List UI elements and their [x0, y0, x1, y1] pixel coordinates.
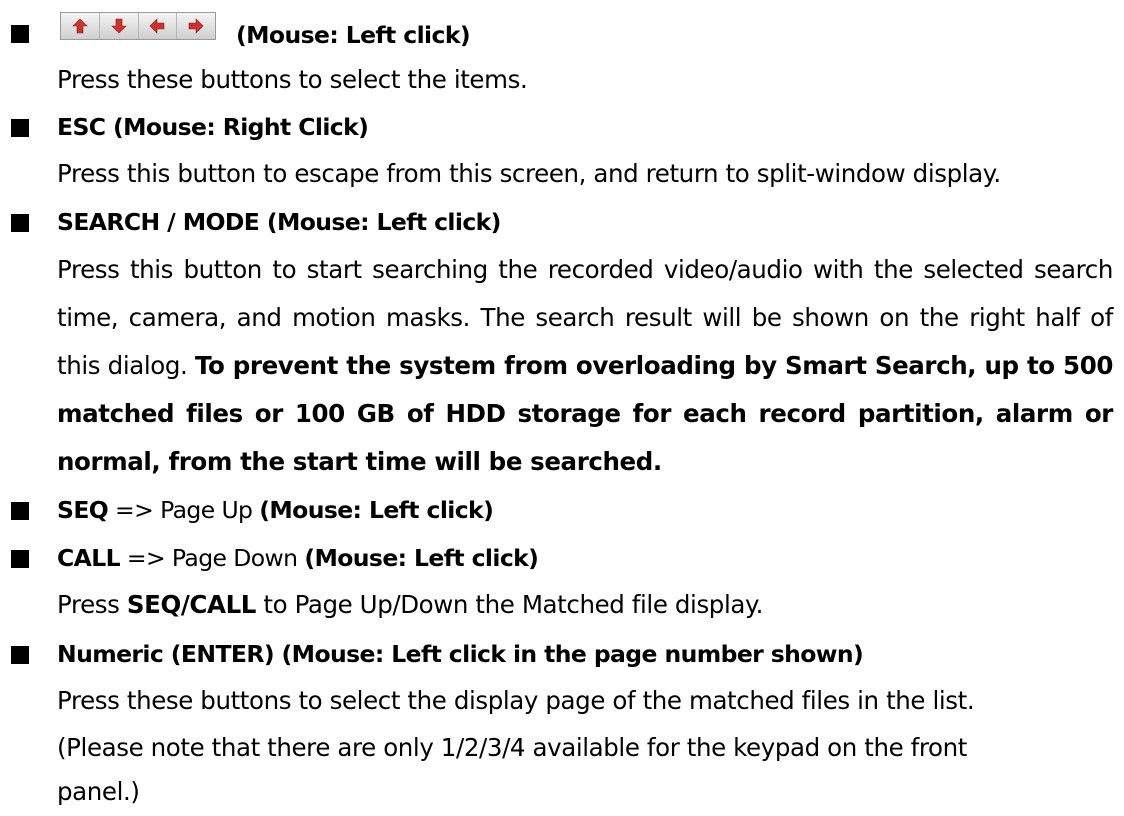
seq-key: SEQ: [57, 496, 109, 524]
bullet-search: [11, 214, 29, 232]
numeric-description-line1: Press these buttons to select the displa…: [57, 686, 975, 715]
esc-description: Press this button to escape from this sc…: [57, 159, 1001, 188]
bullet-arrows: [11, 25, 29, 43]
call-action: => Page Down: [119, 544, 305, 572]
arrows-description: Press these buttons to select the items.: [57, 65, 528, 94]
numeric-description-line3: panel.): [57, 777, 140, 806]
seq-line: SEQ => Page Up (Mouse: Left click): [57, 495, 494, 525]
bullet-call: [11, 550, 29, 568]
bullet-seq: [11, 502, 29, 520]
seq-action: => Page Up: [108, 496, 260, 524]
left-arrow-button: [139, 13, 178, 39]
numeric-description-line2: (Please note that there are only 1/2/3/4…: [57, 733, 967, 762]
numeric-heading: Numeric (ENTER) (Mouse: Left click in th…: [57, 640, 864, 668]
seq-mouse: (Mouse: Left click): [259, 496, 494, 524]
call-desc-key: SEQ/CALL: [126, 590, 257, 619]
bullet-numeric: [11, 646, 29, 664]
call-description: Press SEQ/CALL to Page Up/Down the Match…: [57, 581, 763, 629]
arrows-heading: (Mouse: Left click): [236, 21, 471, 49]
search-warning-text: To prevent the system from overloading b…: [57, 351, 1113, 476]
esc-heading: ESC (Mouse: Right Click): [57, 113, 369, 141]
call-key: CALL: [57, 544, 121, 572]
right-arrow-icon: [188, 18, 204, 34]
search-description: Press this button to start searching the…: [57, 246, 1113, 486]
right-arrow-button: [177, 13, 215, 39]
up-arrow-button: [61, 13, 100, 39]
down-arrow-icon: [110, 18, 127, 34]
up-arrow-icon: [72, 18, 88, 34]
search-heading: SEARCH / MODE (Mouse: Left click): [57, 208, 501, 236]
call-line: CALL => Page Down (Mouse: Left click): [57, 543, 539, 573]
call-mouse: (Mouse: Left click): [304, 544, 539, 572]
left-arrow-icon: [149, 18, 165, 34]
bullet-esc: [11, 119, 29, 137]
arrow-buttons-strip: [60, 12, 216, 40]
manual-page: (Mouse: Left click) Press these buttons …: [0, 0, 1124, 812]
down-arrow-button: [100, 13, 139, 39]
call-desc-prefix: Press: [57, 590, 127, 619]
call-desc-suffix: to Page Up/Down the Matched file display…: [256, 590, 763, 619]
